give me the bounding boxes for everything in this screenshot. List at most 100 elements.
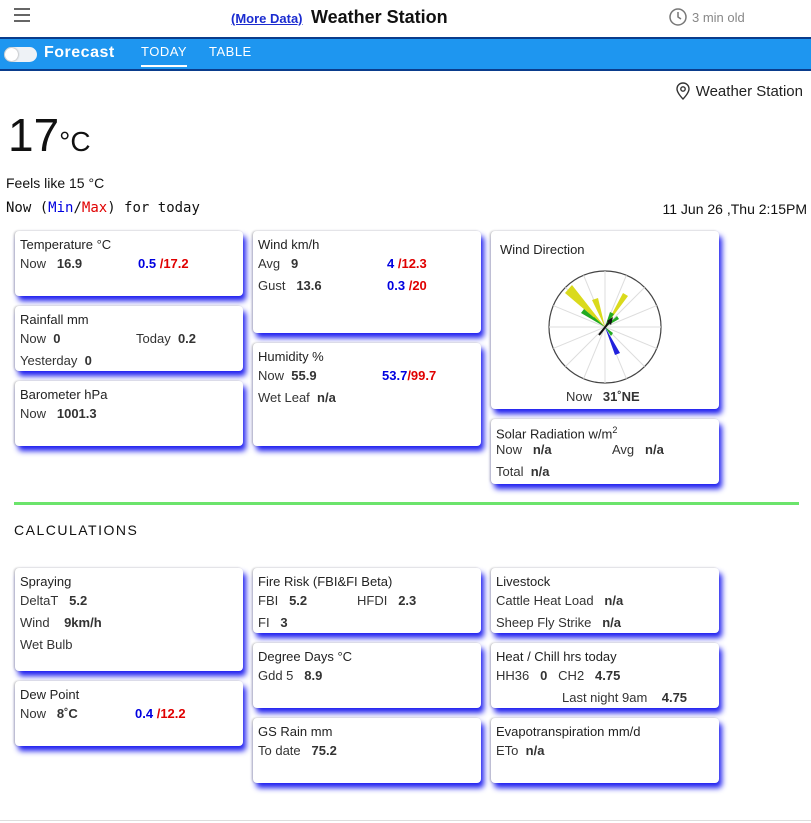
degree-days-card[interactable]: Degree Days °C Gdd 5 8.9	[253, 643, 481, 708]
hum-now-row: Now 55.9	[258, 368, 317, 383]
dew-now-row: Now 8˚C	[20, 706, 78, 721]
card-title: Livestock	[496, 574, 551, 589]
solar-card[interactable]: Solar Radiation w/m2 Now n/a Avg n/a Tot…	[491, 419, 719, 484]
card-title: GS Rain mm	[258, 724, 333, 739]
humidity-card[interactable]: Humidity % Now 55.9 53.7/99.7 Wet Leaf n…	[253, 343, 481, 446]
livestock-card[interactable]: Livestock Cattle Heat Load n/a Sheep Fly…	[491, 568, 719, 633]
max-label: Max	[81, 200, 108, 216]
todate-label: To date	[258, 743, 301, 758]
sheep-row: Sheep Fly Strike n/a	[496, 615, 621, 630]
now-label: Now	[20, 406, 47, 421]
sheep-label: Sheep Fly Strike	[496, 615, 592, 630]
data-age: 3 min old	[669, 8, 745, 26]
solar-title-sup: 2	[612, 425, 618, 435]
wind-dir-now-row: Now 31˚NE	[566, 389, 640, 404]
menu-icon[interactable]	[14, 8, 32, 24]
spray-wind-row: Wind 9km/h	[20, 615, 102, 630]
hum-min: 53.7	[382, 368, 408, 383]
solar-now-value: n/a	[532, 442, 552, 457]
temp-value: 17	[8, 109, 60, 161]
wind-avg-row: Avg 9	[258, 256, 298, 271]
cattle-value: n/a	[604, 593, 624, 608]
barometer-card[interactable]: Barometer hPa Now 1001.3	[15, 381, 243, 446]
wind-gust-row: Gust 13.6	[258, 278, 322, 293]
top-bar: (More Data) Weather Station 3 min old	[0, 0, 811, 36]
tab-table[interactable]: TABLE	[209, 44, 252, 59]
lastnight-value: 4.75	[661, 690, 688, 705]
wind-direction-card[interactable]: Wind Direction Now 31˚NE	[491, 231, 719, 409]
map-pin-icon	[676, 82, 690, 100]
wind-label: Wind	[20, 615, 50, 630]
wetleaf-row: Wet Leaf n/a	[258, 390, 336, 405]
tab-today[interactable]: TODAY	[141, 44, 188, 67]
fi-label: FI	[258, 615, 270, 630]
solar-avg-value: n/a	[645, 442, 664, 457]
wind-avg-value: 9	[291, 256, 299, 271]
hfdi-value: 2.3	[398, 593, 417, 608]
gs-rain-card[interactable]: GS Rain mm To date 75.2	[253, 718, 481, 783]
evapo-card[interactable]: Evapotranspiration mm/d ETo n/a	[491, 718, 719, 783]
rain-yesterday-value: 0	[84, 353, 92, 368]
wind-dir-value: 31˚NE	[602, 389, 640, 404]
solar-total-row: Total n/a	[496, 464, 550, 479]
card-title: Spraying	[20, 574, 72, 589]
temperature-card[interactable]: Temperature °C Now 16.9 0.5 /17.2	[15, 231, 243, 296]
more-data-link[interactable]: (More Data)	[231, 11, 303, 26]
dew-max: /12.2	[156, 706, 186, 721]
wind-card[interactable]: Wind km/h Avg 9 4 /12.3 Gust 13.6 0.3 /2…	[253, 231, 481, 333]
spraying-card[interactable]: Spraying DeltaT 5.2 Wind 9km/h Wet Bulb	[15, 568, 243, 671]
rain-now-row: Now 0	[20, 331, 60, 346]
heat-chill-card[interactable]: Heat / Chill hrs today HH36 0 CH2 4.75 L…	[491, 643, 719, 708]
fbi-label: FBI	[258, 593, 279, 608]
feels-like: Feels like 15 °C	[6, 175, 105, 191]
now-min-max-legend: Now (Min/Max) for today	[6, 200, 200, 216]
gust-label: Gust	[258, 278, 286, 293]
temp-min: 0.5	[138, 256, 157, 271]
spray-wind-value: 9km/h	[64, 615, 102, 630]
temp-max: /17.2	[159, 256, 189, 271]
rainfall-card[interactable]: Rainfall mm Now 0 Today 0.2 Yesterday 0	[15, 306, 243, 371]
now-label: Now	[496, 442, 523, 457]
fire-risk-card[interactable]: Fire Risk (FBI&FI Beta) FBI 5.2 HFDI 2.3…	[253, 568, 481, 633]
lastnight-row: Last night 9am 4.75	[562, 690, 687, 705]
date-time: 11 Jun 26 ,Thu 2:15PM	[662, 201, 808, 217]
card-title: Dew Point	[20, 687, 80, 702]
now-label: Now	[20, 331, 47, 346]
hum-max: /99.7	[407, 368, 437, 383]
fi-value: 3	[280, 615, 288, 630]
forecast-label[interactable]: Forecast	[44, 44, 115, 62]
card-title: Solar Radiation w/m2	[496, 425, 719, 441]
wind-gust-minmax: 0.3 /20	[387, 278, 427, 293]
dew-now-value: 8˚C	[56, 706, 78, 721]
deltat-label: DeltaT	[20, 593, 59, 608]
hh36-row: HH36 0 CH2 4.75	[496, 668, 620, 683]
sheep-value: n/a	[602, 615, 622, 630]
baro-now-row: Now 1001.3	[20, 406, 97, 421]
eto-value: n/a	[525, 743, 545, 758]
lastnight-label: Last night 9am	[562, 690, 648, 705]
hfdi-row: HFDI 2.3	[357, 593, 416, 608]
solar-total-value: n/a	[530, 464, 550, 479]
min-label: Min	[48, 200, 74, 216]
dew-min: 0.4	[135, 706, 154, 721]
card-title: Rainfall mm	[20, 312, 89, 327]
title-wrap: (More Data) Weather Station	[231, 7, 448, 28]
hfdi-label: HFDI	[357, 593, 388, 608]
section-divider	[14, 502, 799, 505]
solar-now-row: Now n/a	[496, 442, 552, 457]
nav-bar: Forecast TODAY TABLE	[0, 37, 811, 71]
now-prefix: Now (	[6, 200, 49, 216]
temp-minmax-row: 0.5 /17.2	[138, 256, 189, 271]
current-temperature: 17°C	[8, 108, 91, 162]
solar-title: Solar Radiation w/m	[496, 426, 613, 442]
wind-gust-max: /20	[408, 278, 427, 293]
gdd-label: Gdd 5	[258, 668, 294, 683]
avg-label: Avg	[612, 442, 635, 457]
dewpoint-card[interactable]: Dew Point Now 8˚C 0.4 /12.2	[15, 681, 243, 746]
card-title: Fire Risk (FBI&FI Beta)	[258, 574, 393, 589]
now-label: Now	[20, 256, 47, 271]
forecast-toggle[interactable]	[4, 47, 37, 62]
dew-minmax: 0.4 /12.2	[135, 706, 186, 721]
wetleaf-label: Wet Leaf	[258, 390, 310, 405]
card-title: Heat / Chill hrs today	[496, 649, 617, 664]
